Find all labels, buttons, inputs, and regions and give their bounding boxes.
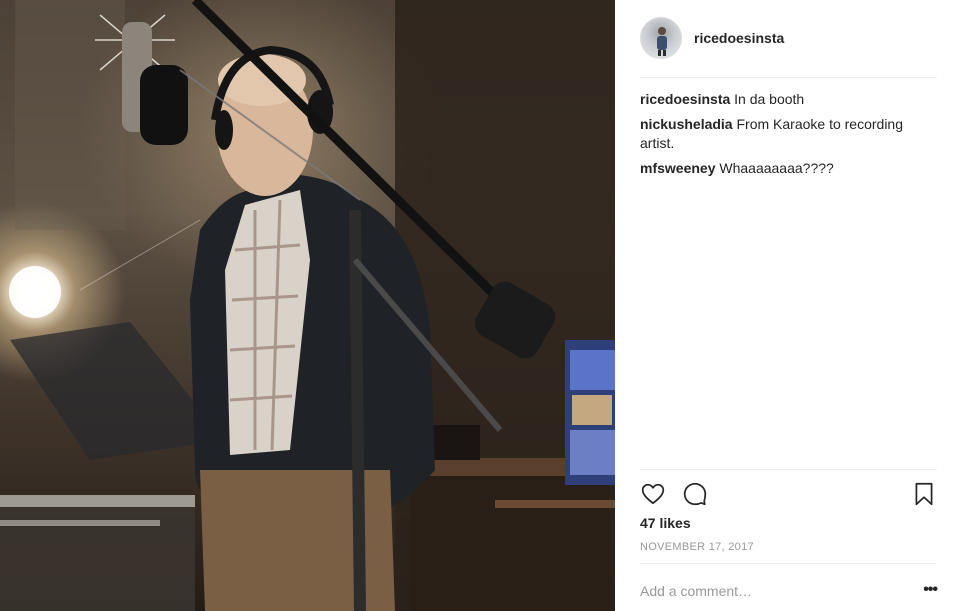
author-username[interactable]: ricedoesinsta <box>694 30 784 46</box>
comments-list: ricedoesinsta In da booth nickusheladia … <box>640 90 940 184</box>
header-divider <box>640 77 937 78</box>
post-header: ricedoesinsta <box>640 17 784 59</box>
comment-icon[interactable] <box>682 481 708 507</box>
post-side-panel: ricedoesinsta ricedoesinsta In da booth … <box>615 0 960 611</box>
comment-item: nickusheladia From Karaoke to recording … <box>640 115 940 153</box>
likes-count[interactable]: 47 likes <box>640 515 691 531</box>
comment-username[interactable]: mfsweeney <box>640 160 715 176</box>
comment-item: ricedoesinsta In da booth <box>640 90 940 109</box>
comment-username[interactable]: nickusheladia <box>640 116 733 132</box>
comment-box-divider <box>640 563 937 564</box>
post-photo[interactable] <box>0 0 615 611</box>
actions-divider <box>640 469 937 470</box>
comment-username[interactable]: ricedoesinsta <box>640 91 730 107</box>
comment-text: Whaaaaaaaa???? <box>719 160 834 176</box>
heart-icon[interactable] <box>640 481 666 507</box>
author-avatar[interactable] <box>640 17 682 59</box>
recording-booth-scene <box>0 0 615 611</box>
avatar-person-icon <box>657 27 667 56</box>
post-actions <box>640 481 937 507</box>
add-comment-form: ••• <box>640 581 938 601</box>
add-comment-input[interactable] <box>640 581 890 601</box>
comment-item: mfsweeney Whaaaaaaaa???? <box>640 159 940 178</box>
bookmark-icon[interactable] <box>911 481 937 507</box>
more-options-icon[interactable]: ••• <box>919 582 938 599</box>
post-date[interactable]: NOVEMBER 17, 2017 <box>640 541 754 553</box>
comment-text: In da booth <box>734 91 805 107</box>
